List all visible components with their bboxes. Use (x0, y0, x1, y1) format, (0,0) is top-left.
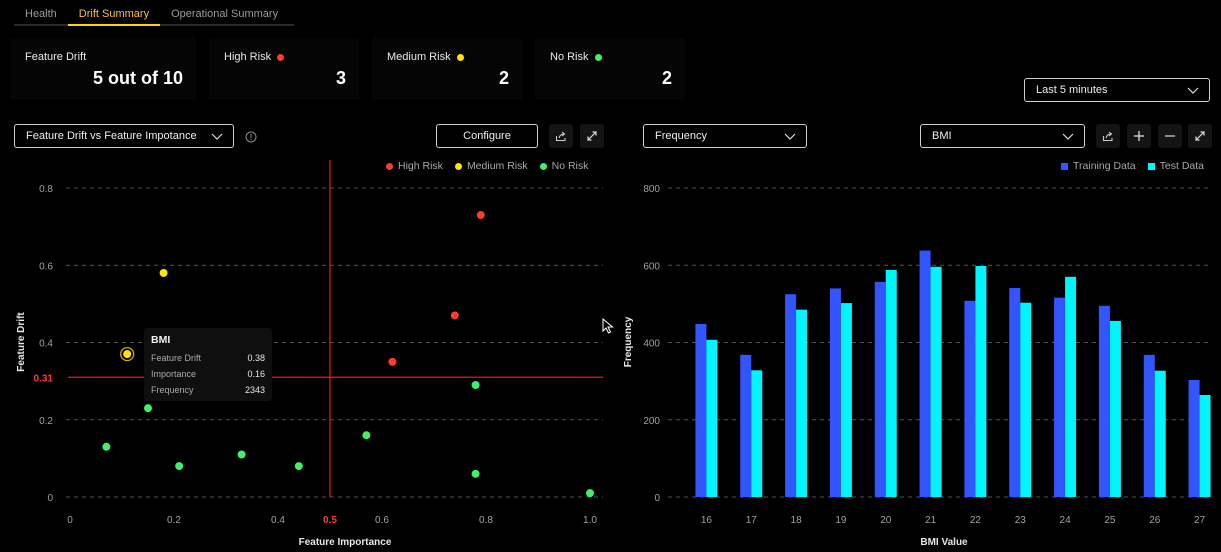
bar-training-data (874, 281, 886, 497)
x-tick-label: 25 (1104, 515, 1116, 526)
bar-training-data (964, 300, 976, 497)
x-tick-label: 26 (1149, 515, 1161, 526)
bar-test-data (751, 370, 763, 497)
bar-training-data (1054, 297, 1066, 497)
x-tick-label: 24 (1060, 515, 1072, 526)
bar-test-data (840, 303, 852, 497)
x-tick-label: 22 (970, 515, 982, 526)
x-tick-label: 23 (1015, 515, 1027, 526)
x-axis-title: BMI Value (920, 537, 968, 548)
bar-training-data (695, 323, 707, 497)
x-tick-label: 16 (701, 515, 713, 526)
x-tick-label: 18 (791, 515, 803, 526)
bar-test-data (1020, 302, 1032, 497)
bar-test-data (975, 266, 987, 497)
bar-test-data (930, 266, 942, 497)
bar-test-data (1199, 395, 1211, 497)
bar-training-data (1009, 288, 1021, 497)
x-tick-label: 19 (835, 515, 847, 526)
y-tick-label: 600 (643, 261, 660, 272)
bar-training-data (1098, 305, 1110, 497)
bar-test-data (1109, 320, 1121, 497)
bar-test-data (1154, 370, 1166, 497)
y-tick-label: 400 (643, 339, 660, 350)
y-tick-label: 800 (643, 184, 660, 195)
x-tick-label: 21 (925, 515, 937, 526)
bar-chart: 0 200 400 600 800 16 17 18 19 20 21 22 23 24 25 26 27 BMI… (623, 184, 1211, 548)
x-tick-label: 27 (1194, 515, 1206, 526)
bar-test-data (796, 309, 808, 497)
y-axis-title: Frequency (623, 316, 634, 367)
bar-training-data (785, 294, 797, 497)
x-tick-label: 17 (746, 515, 758, 526)
bar-training-data (1188, 379, 1200, 497)
bar-test-data (885, 269, 897, 497)
x-tick-label: 20 (880, 515, 892, 526)
bar-training-data (740, 354, 752, 497)
bar-training-data (919, 250, 931, 497)
bar-training-data (829, 288, 841, 497)
bar-test-data (1065, 276, 1077, 497)
y-tick-label: 0 (654, 493, 660, 504)
mouse-cursor-icon (602, 318, 614, 334)
y-tick-label: 200 (643, 416, 660, 427)
bar-training-data (1143, 354, 1155, 497)
bar-test-data (706, 339, 718, 497)
